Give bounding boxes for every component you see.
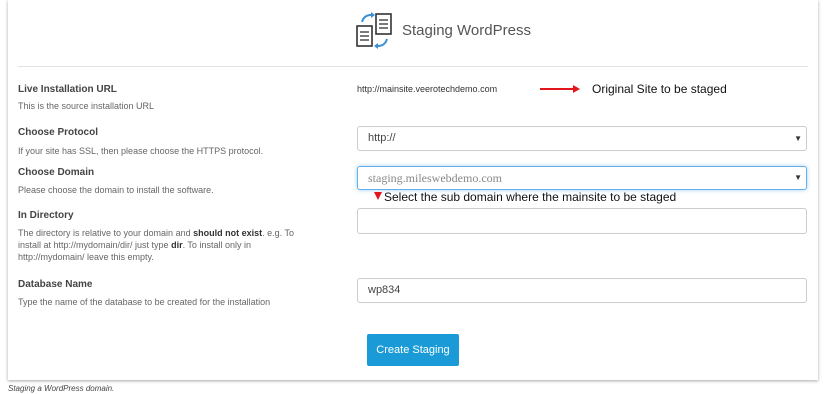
database-help: Type the name of the database to be crea… — [18, 297, 271, 307]
annotation-arrow-right — [540, 85, 580, 92]
database-label: Database Name — [18, 279, 93, 290]
database-name-input[interactable]: wp834 — [357, 278, 807, 303]
directory-label: In Directory — [18, 210, 74, 221]
live-url-value: http://mainsite.veerotechdemo.com — [357, 84, 498, 94]
figure-caption: Staging a WordPress domain. — [8, 384, 115, 393]
chevron-down-icon: ▼ — [794, 173, 802, 182]
live-url-help: This is the source installation URL — [18, 101, 155, 111]
domain-label: Choose Domain — [18, 167, 95, 178]
protocol-select[interactable]: http:// ▼ — [357, 126, 807, 151]
protocol-help: If your site has SSL, then please choose… — [18, 146, 264, 156]
header: Staging WordPress — [8, 0, 818, 66]
domain-select[interactable]: staging.mileswebdemo.com ▼ — [357, 166, 807, 190]
protocol-selected-value: http:// — [368, 132, 396, 144]
directory-help: The directory is relative to your domain… — [18, 228, 294, 262]
annotation-arrow-down — [374, 192, 382, 200]
annotation-select-subdomain: Select the sub domain where the mainsite… — [384, 190, 677, 204]
staging-panel: Staging WordPress Live Installation URL … — [8, 0, 818, 380]
annotation-original-site: Original Site to be staged — [592, 82, 727, 96]
header-divider — [18, 66, 808, 67]
create-staging-button[interactable]: Create Staging — [367, 334, 459, 366]
protocol-label: Choose Protocol — [18, 127, 99, 138]
page-title: Staging WordPress — [402, 22, 531, 39]
domain-help: Please choose the domain to install the … — [18, 185, 214, 195]
staging-documents-icon — [356, 12, 392, 49]
live-url-label: Live Installation URL — [18, 84, 117, 95]
domain-selected-value: staging.mileswebdemo.com — [368, 171, 502, 185]
directory-input[interactable] — [357, 208, 807, 234]
chevron-down-icon: ▼ — [794, 134, 802, 143]
